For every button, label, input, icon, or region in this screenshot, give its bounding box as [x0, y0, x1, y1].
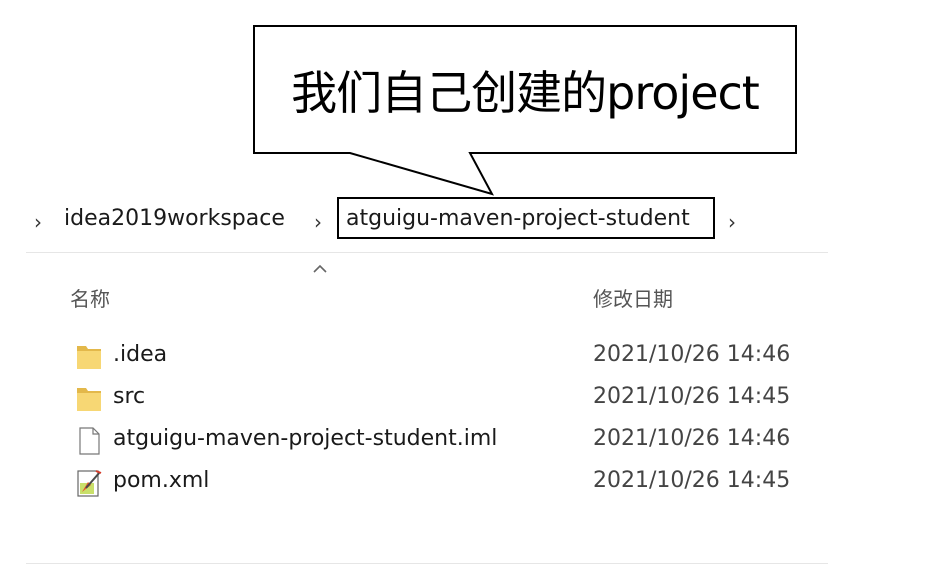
file-name: .idea: [113, 342, 168, 367]
breadcrumb: › idea2019workspace › atguigu-maven-proj…: [0, 196, 934, 246]
divider: [26, 563, 828, 564]
breadcrumb-item-project[interactable]: atguigu-maven-project-student: [346, 206, 690, 231]
breadcrumb-separator[interactable]: ›: [314, 210, 322, 234]
file-name: pom.xml: [113, 468, 210, 493]
column-header-modified[interactable]: 修改日期: [593, 283, 673, 312]
file-row-idea[interactable]: .idea 2021/10/26 14:46: [60, 336, 820, 376]
breadcrumb-item-workspace[interactable]: idea2019workspace: [64, 206, 285, 231]
file-modified: 2021/10/26 14:46: [593, 342, 791, 367]
breadcrumb-separator[interactable]: ›: [34, 210, 42, 234]
folder-icon: [77, 388, 101, 411]
callout-bubble: 我们自己创建的project: [0, 0, 934, 200]
column-header-name[interactable]: 名称: [70, 283, 110, 312]
file-row-pom[interactable]: pom.xml 2021/10/26 14:45: [60, 462, 820, 502]
breadcrumb-separator[interactable]: ›: [728, 210, 736, 234]
file-modified: 2021/10/26 14:45: [593, 468, 791, 493]
file-row-src[interactable]: src 2021/10/26 14:45: [60, 378, 820, 418]
sort-ascending-icon[interactable]: [311, 262, 329, 276]
folder-icon: [77, 346, 101, 369]
file-name: src: [113, 384, 146, 409]
file-name: atguigu-maven-project-student.iml: [113, 426, 498, 451]
file-icon: [79, 427, 100, 455]
file-modified: 2021/10/26 14:46: [593, 426, 791, 451]
xml-file-icon: [77, 470, 102, 497]
callout-text: 我们自己创建的project: [291, 65, 760, 120]
divider: [26, 252, 828, 253]
file-row-iml[interactable]: atguigu-maven-project-student.iml 2021/1…: [60, 420, 820, 460]
file-modified: 2021/10/26 14:45: [593, 384, 791, 409]
